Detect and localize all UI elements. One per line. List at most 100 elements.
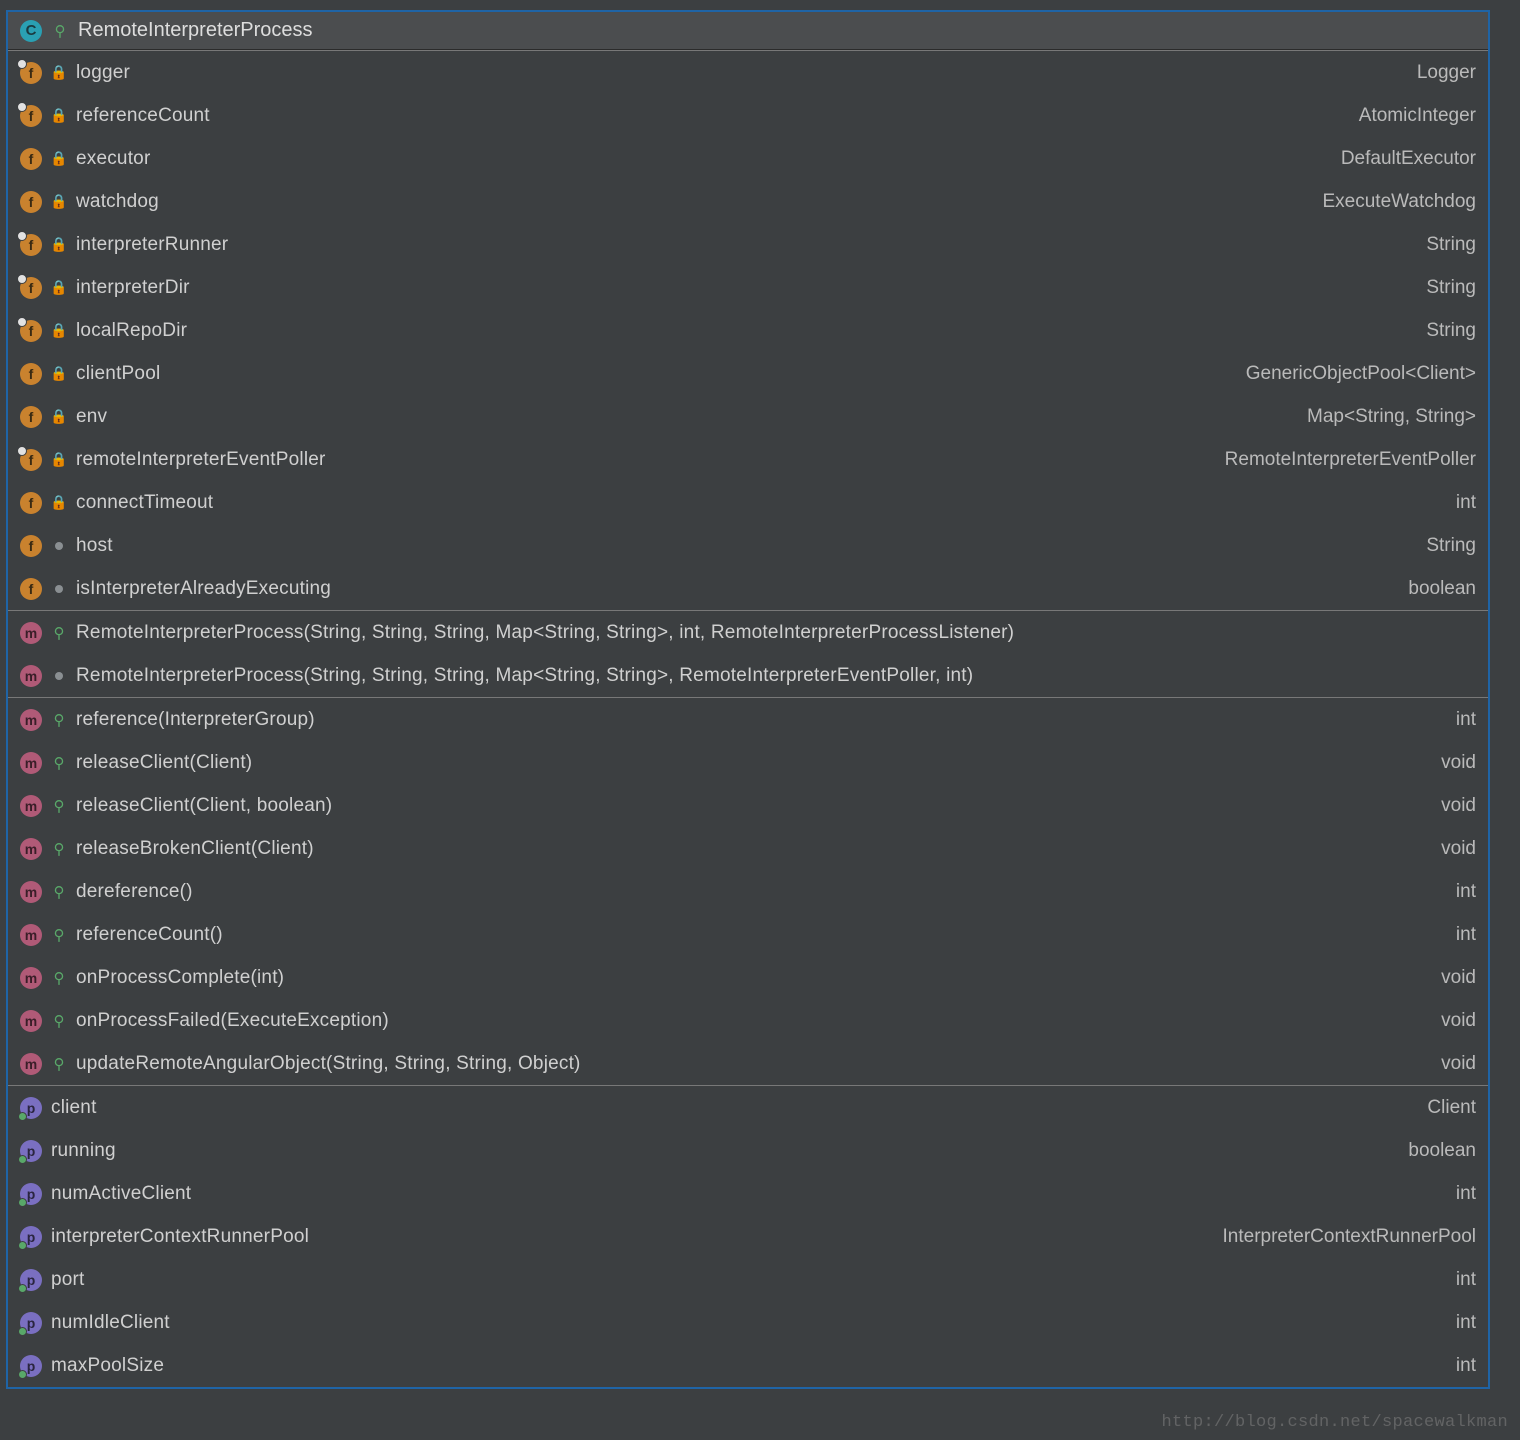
member-type: String xyxy=(1426,535,1476,557)
method-icon: m xyxy=(20,838,42,860)
member-type: InterpreterContextRunnerPool xyxy=(1223,1226,1476,1248)
structure-row[interactable]: pnumIdleClientint xyxy=(8,1301,1488,1344)
member-name: numActiveClient xyxy=(51,1183,191,1205)
structure-row[interactable]: fhostString xyxy=(8,524,1488,567)
watermark-text: http://blog.csdn.net/spacewalkman xyxy=(1161,1413,1508,1432)
structure-row[interactable]: f🔒remoteInterpreterEventPollerRemoteInte… xyxy=(8,438,1488,481)
public-modifier-icon: ⚲ xyxy=(51,754,67,772)
member-type: GenericObjectPool<Client> xyxy=(1246,363,1476,385)
structure-row[interactable]: m⚲releaseClient(Client, boolean)void xyxy=(8,784,1488,827)
structure-row[interactable]: m⚲onProcessFailed(ExecuteException)void xyxy=(8,999,1488,1042)
member-name: remoteInterpreterEventPoller xyxy=(76,449,326,471)
member-name: isInterpreterAlreadyExecuting xyxy=(76,578,331,600)
structure-row[interactable]: fisInterpreterAlreadyExecutingboolean xyxy=(8,567,1488,610)
member-type: RemoteInterpreterEventPoller xyxy=(1225,449,1476,471)
member-name: interpreterRunner xyxy=(76,234,228,256)
method-icon: m xyxy=(20,709,42,731)
field-icon: f xyxy=(20,62,42,84)
structure-row[interactable]: f🔒clientPoolGenericObjectPool<Client> xyxy=(8,352,1488,395)
field-icon: f xyxy=(20,363,42,385)
package-modifier-icon xyxy=(51,585,67,593)
structure-row[interactable]: f🔒watchdogExecuteWatchdog xyxy=(8,180,1488,223)
public-modifier-icon: ⚲ xyxy=(51,1012,67,1030)
structure-row[interactable]: f🔒envMap<String, String> xyxy=(8,395,1488,438)
structure-row[interactable]: prunningboolean xyxy=(8,1129,1488,1172)
member-name: maxPoolSize xyxy=(51,1355,164,1377)
field-icon: f xyxy=(20,320,42,342)
field-icon: f xyxy=(20,406,42,428)
structure-row[interactable]: f🔒localRepoDirString xyxy=(8,309,1488,352)
structure-row[interactable]: pnumActiveClientint xyxy=(8,1172,1488,1215)
member-type: AtomicInteger xyxy=(1359,105,1476,127)
member-type: int xyxy=(1456,709,1476,731)
class-name: RemoteInterpreterProcess xyxy=(78,19,313,42)
member-type: ExecuteWatchdog xyxy=(1323,191,1477,213)
member-type: int xyxy=(1456,1355,1476,1377)
prop-icon: p xyxy=(20,1226,42,1248)
method-icon: m xyxy=(20,795,42,817)
member-name: watchdog xyxy=(76,191,159,213)
package-modifier-icon xyxy=(51,542,67,550)
field-icon: f xyxy=(20,277,42,299)
member-type: int xyxy=(1456,881,1476,903)
structure-popup: C ⚲ RemoteInterpreterProcess f🔒loggerLog… xyxy=(6,10,1490,1389)
member-name: releaseClient(Client) xyxy=(76,752,252,774)
method-icon: m xyxy=(20,752,42,774)
structure-row[interactable]: f🔒connectTimeoutint xyxy=(8,481,1488,524)
structure-row[interactable]: f🔒interpreterDirString xyxy=(8,266,1488,309)
public-modifier-icon: ⚲ xyxy=(51,840,67,858)
field-icon: f xyxy=(20,105,42,127)
member-type: String xyxy=(1426,234,1476,256)
prop-icon: p xyxy=(20,1140,42,1162)
structure-row[interactable]: pportint xyxy=(8,1258,1488,1301)
class-header[interactable]: C ⚲ RemoteInterpreterProcess xyxy=(8,12,1488,50)
structure-row[interactable]: pclientClient xyxy=(8,1086,1488,1129)
member-name: releaseClient(Client, boolean) xyxy=(76,795,332,817)
prop-icon: p xyxy=(20,1269,42,1291)
structure-row[interactable]: m⚲referenceCount()int xyxy=(8,913,1488,956)
structure-row[interactable]: mRemoteInterpreterProcess(String, String… xyxy=(8,654,1488,697)
structure-row[interactable]: m⚲dereference()int xyxy=(8,870,1488,913)
structure-row[interactable]: f🔒executorDefaultExecutor xyxy=(8,137,1488,180)
fields-section: f🔒loggerLoggerf🔒referenceCountAtomicInte… xyxy=(8,50,1488,610)
method-icon: m xyxy=(20,881,42,903)
method-icon: m xyxy=(20,967,42,989)
member-type: boolean xyxy=(1408,578,1476,600)
structure-row[interactable]: m⚲updateRemoteAngularObject(String, Stri… xyxy=(8,1042,1488,1085)
structure-row[interactable]: pmaxPoolSizeint xyxy=(8,1344,1488,1387)
field-icon: f xyxy=(20,492,42,514)
public-modifier-icon: ⚲ xyxy=(51,624,67,642)
member-name: host xyxy=(76,535,113,557)
member-type: Client xyxy=(1427,1097,1476,1119)
member-name: RemoteInterpreterProcess(String, String,… xyxy=(76,622,1014,644)
method-icon: m xyxy=(20,924,42,946)
structure-row[interactable]: m⚲releaseBrokenClient(Client)void xyxy=(8,827,1488,870)
member-name: referenceCount xyxy=(76,105,210,127)
structure-row[interactable]: m ⚲ RemoteInterpreterProcess(String, Strin… xyxy=(8,611,1488,654)
structure-row[interactable]: f 🔒 referenceCount AtomicInteger xyxy=(8,94,1488,137)
private-lock-icon: 🔒 xyxy=(51,107,67,124)
member-type: void xyxy=(1441,838,1476,860)
member-type: DefaultExecutor xyxy=(1341,148,1476,170)
structure-row[interactable]: m ⚲ releaseClient(Client) void xyxy=(8,741,1488,784)
class-icon: C xyxy=(20,20,42,42)
structure-row[interactable]: f🔒loggerLogger xyxy=(8,51,1488,94)
member-name: numIdleClient xyxy=(51,1312,170,1334)
member-name: onProcessFailed(ExecuteException) xyxy=(76,1010,389,1032)
member-type: void xyxy=(1441,795,1476,817)
structure-row[interactable]: m⚲reference(InterpreterGroup)int xyxy=(8,698,1488,741)
prop-icon: p xyxy=(20,1183,42,1205)
member-type: Map<String, String> xyxy=(1307,406,1476,428)
structure-row[interactable]: pinterpreterContextRunnerPoolInterpreter… xyxy=(8,1215,1488,1258)
member-type: void xyxy=(1441,752,1476,774)
member-type: void xyxy=(1441,1010,1476,1032)
member-type: int xyxy=(1456,924,1476,946)
member-name: clientPool xyxy=(76,363,160,385)
private-lock-icon: 🔒 xyxy=(51,494,67,511)
method-icon: m xyxy=(20,622,42,644)
structure-row[interactable]: m⚲onProcessComplete(int)void xyxy=(8,956,1488,999)
public-modifier-icon: ⚲ xyxy=(51,883,67,901)
field-icon: f xyxy=(20,148,42,170)
structure-row[interactable]: f🔒interpreterRunnerString xyxy=(8,223,1488,266)
private-lock-icon: 🔒 xyxy=(51,408,67,425)
